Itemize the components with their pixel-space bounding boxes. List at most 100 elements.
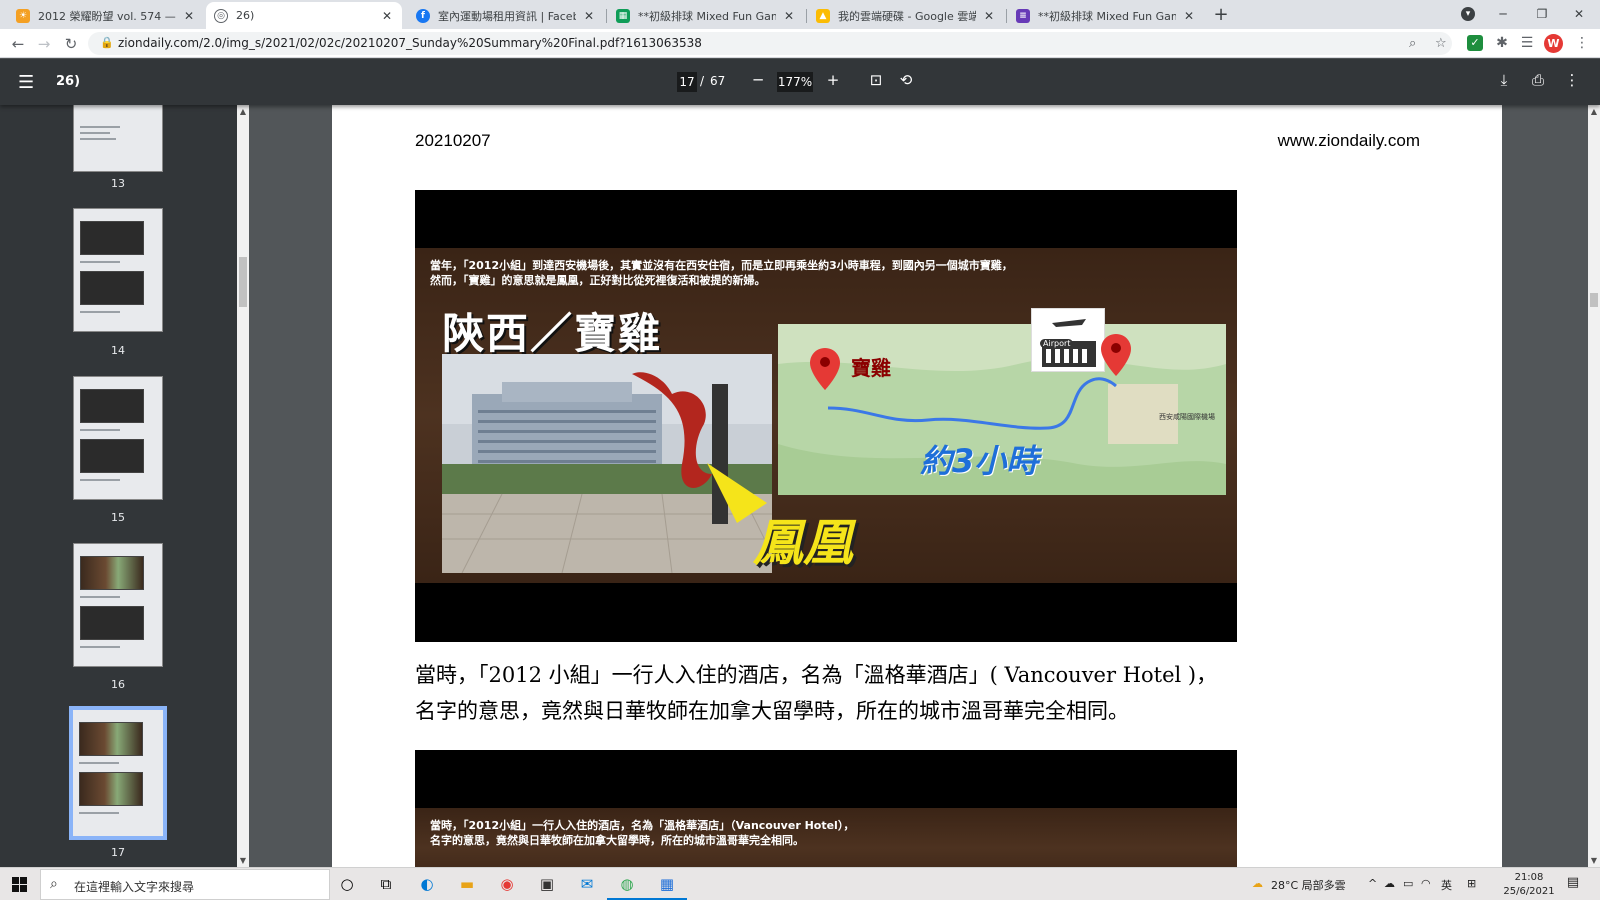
scroll-up-arrow-icon[interactable]: ▲ [1588, 107, 1600, 116]
bookmark-star-icon[interactable]: ☆ [1435, 36, 1447, 51]
tray-overflow-icon[interactable]: ^ [1368, 877, 1377, 890]
notifications-icon[interactable]: ▤ [1564, 875, 1582, 893]
pdf-toolbar: ☰ 26) 17 / 67 ─ 177% + ⊡ ⟲ ⤓ ⎙ ⋮ [0, 59, 1600, 105]
edge-icon[interactable]: ◐ [415, 872, 439, 896]
close-icon[interactable]: ✕ [1182, 9, 1196, 23]
print-icon[interactable]: ⎙ [1528, 71, 1548, 89]
cortana-icon[interactable]: ○ [335, 872, 359, 896]
back-arrow-icon[interactable]: ← [8, 34, 28, 54]
profile-avatar[interactable]: W [1544, 34, 1563, 53]
hamburger-menu-icon[interactable]: ☰ [18, 72, 34, 93]
route-map: 寶雞 Airport 西安咸陽國際機場 約3小時 [778, 308, 1226, 495]
rotate-icon[interactable]: ⟲ [896, 71, 916, 89]
file-explorer-icon[interactable]: ▬ [455, 872, 479, 896]
extension-check-icon[interactable]: ✓ [1467, 35, 1483, 51]
close-icon[interactable]: ✕ [782, 9, 796, 23]
scrollbar-thumb[interactable] [1590, 293, 1598, 307]
fit-page-icon[interactable]: ⊡ [866, 71, 886, 89]
map-airport-text: 西安咸陽國際機場 [1159, 413, 1215, 421]
sheets-icon: ▦ [616, 8, 630, 23]
thumbnail-scrollbar[interactable]: ▲ ▼ [237, 105, 249, 867]
mail-icon[interactable]: ✉ [575, 872, 599, 896]
document-scrollbar[interactable]: ▲ ▼ [1588, 105, 1600, 867]
windows-start-icon[interactable] [12, 877, 27, 892]
chrome-taskbar-icon[interactable]: ◍ [607, 872, 647, 900]
thumb-text-line [80, 311, 120, 313]
map-travel-time: 約3小時 [920, 442, 1039, 480]
sun-icon: ☀ [16, 8, 30, 23]
page-header-website: www.ziondaily.com [1277, 131, 1420, 150]
taskbar-clock[interactable]: 21:08 25/6/2021 [1502, 871, 1556, 899]
close-icon[interactable]: ✕ [582, 9, 596, 23]
thumbnail-page-17-active[interactable] [69, 706, 167, 840]
task-view-icon[interactable]: ⧉ [374, 872, 398, 896]
zoom-out-icon[interactable]: ─ [748, 71, 768, 89]
more-options-icon[interactable]: ⋮ [1562, 71, 1582, 89]
thumb-slide-image [80, 606, 144, 640]
tab-separator [606, 9, 607, 23]
slide-background: 當時，「2012小組」一行人入住的酒店，名為「溫格華酒店」（Vancouver … [415, 808, 1237, 867]
url-text[interactable]: ziondaily.com/2.0/img_s/2021/02/02c/2021… [118, 36, 702, 50]
tab-2-active[interactable]: ◎ 26) ✕ [206, 2, 402, 29]
download-icon[interactable]: ⤓ [1494, 71, 1514, 89]
network-icon[interactable]: ◠ [1421, 877, 1431, 890]
clock-date: 25/6/2021 [1503, 886, 1555, 897]
taskbar-search-box[interactable]: ⌕ 在這裡輸入文字來搜尋 [40, 869, 330, 900]
tab-1[interactable]: ☀ 2012 榮耀盼望 vol. 574 — 修補 ✕ [8, 2, 204, 29]
phoenix-label: 鳳凰 [753, 513, 853, 572]
slide-title: 陝西／寶雞 [442, 309, 663, 358]
tab-4[interactable]: ▦ **初級排球 Mixed Fun Game** ✕ [608, 2, 804, 29]
forms-icon: ≡ [1016, 8, 1030, 23]
chrome-menu-icon[interactable]: ⋮ [1574, 35, 1590, 51]
thumbnail-page-16[interactable] [73, 543, 163, 667]
tab-3[interactable]: f 室內運動場租用資訊 | Facebook ✕ [408, 2, 604, 29]
calculator-icon[interactable]: ▦ [647, 872, 687, 900]
close-icon[interactable]: ✕ [982, 9, 996, 23]
thumb-text-line [80, 126, 120, 128]
address-bar[interactable]: 🔒 ziondaily.com/2.0/img_s/2021/02/02c/20… [88, 32, 1452, 55]
window-close-button[interactable]: ✕ [1563, 3, 1595, 25]
tab-search-icon[interactable]: ▾ [1461, 7, 1475, 21]
zoom-in-icon[interactable]: + [823, 71, 843, 89]
close-icon[interactable]: ✕ [380, 9, 394, 23]
ime-indicator[interactable]: 英 [1441, 877, 1452, 893]
thumb-slide-image [80, 389, 144, 423]
page-total: 67 [710, 74, 726, 88]
minimize-button[interactable]: ─ [1487, 3, 1519, 25]
thumbnail-page-15[interactable] [73, 376, 163, 500]
reading-list-icon[interactable]: ☰ [1519, 35, 1535, 51]
input-mode-icon[interactable]: ⊞ [1467, 877, 1476, 890]
thumbnail-page-14[interactable] [73, 208, 163, 332]
scroll-down-arrow-icon[interactable]: ▼ [237, 856, 249, 865]
scroll-down-arrow-icon[interactable]: ▼ [1588, 856, 1600, 865]
scrollbar-thumb[interactable] [239, 257, 247, 307]
search-placeholder[interactable]: 在這裡輸入文字來搜尋 [74, 878, 194, 895]
forward-arrow-icon[interactable]: → [34, 34, 54, 54]
lock-icon[interactable]: 🔒 [100, 36, 114, 49]
scroll-up-arrow-icon[interactable]: ▲ [237, 107, 249, 116]
close-icon[interactable]: ✕ [182, 9, 196, 23]
page-number-input[interactable]: 17 [677, 72, 697, 92]
restore-button[interactable]: ❐ [1526, 3, 1558, 25]
tab-6[interactable]: ≡ **初級排球 Mixed Fun Game** ✕ [1008, 2, 1204, 29]
weather-icon[interactable]: ☁ [1252, 877, 1263, 890]
new-tab-button[interactable]: + [1211, 5, 1231, 25]
opera-icon[interactable]: ◉ [495, 872, 519, 896]
zoom-magnifier-icon[interactable]: ⌕ [1409, 36, 1416, 51]
tab-title: 室內運動場租用資訊 | Facebook [438, 9, 576, 23]
battery-icon[interactable]: ▭ [1403, 877, 1413, 890]
zoom-level-input[interactable]: 177% [777, 72, 813, 92]
thumbnail-number: 13 [111, 177, 125, 190]
thumbnail-page-13[interactable] [73, 105, 163, 172]
tab-5[interactable]: ▲ 我的雲端硬碟 - Google 雲端硬碟 ✕ [808, 2, 1004, 29]
tab-title: 我的雲端硬碟 - Google 雲端硬碟 [838, 9, 976, 23]
document-area: 20210207 www.ziondaily.com 當年，「2012小組」到達… [249, 105, 1588, 867]
extensions-puzzle-icon[interactable]: ✱ [1494, 35, 1510, 51]
store-icon[interactable]: ▣ [535, 872, 559, 896]
weather-text[interactable]: 28°C 局部多雲 [1271, 877, 1346, 893]
thumb-text-line [80, 261, 120, 263]
pdf-title: 26) [56, 74, 81, 89]
page-separator: / [700, 74, 705, 88]
reload-icon[interactable]: ↻ [61, 34, 81, 54]
onedrive-icon[interactable]: ☁ [1384, 877, 1395, 890]
